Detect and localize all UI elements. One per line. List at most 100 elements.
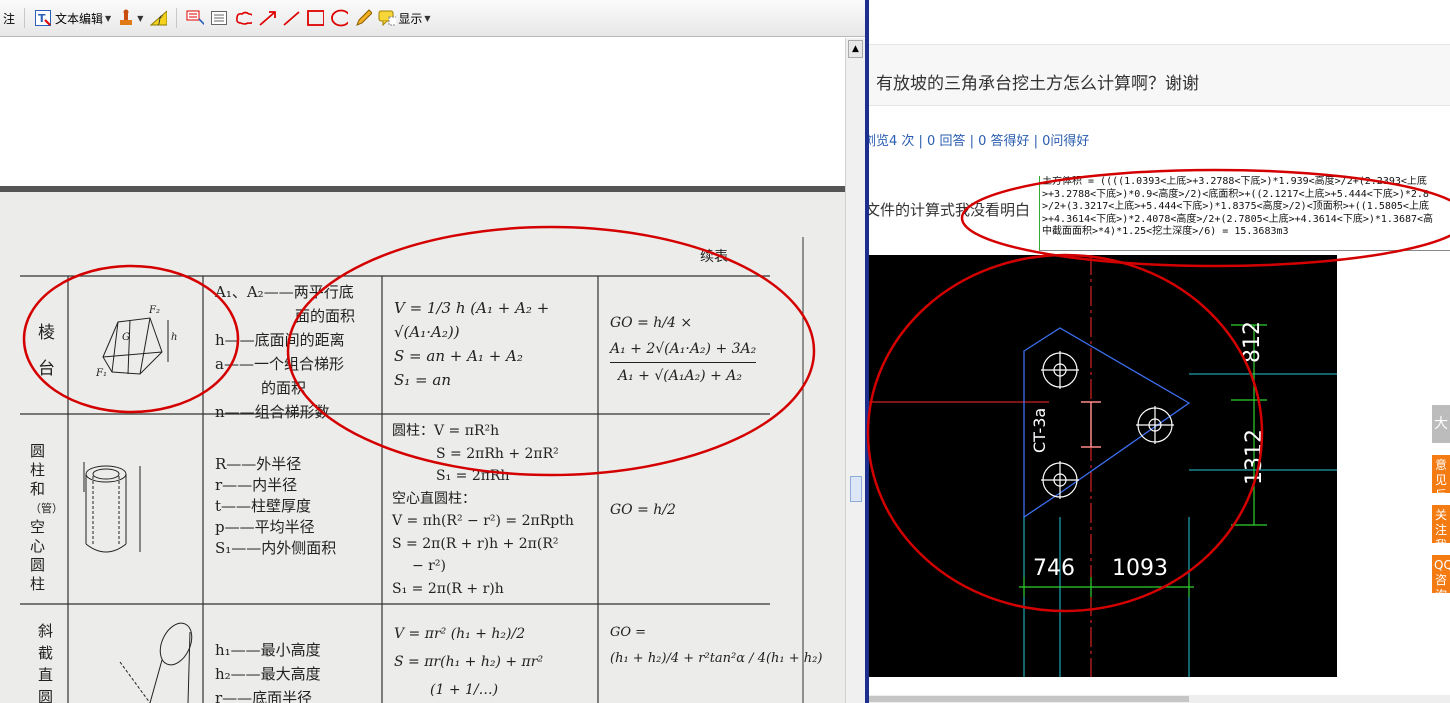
symbol-line: p——平均半径 <box>215 518 315 536</box>
formula-line: S = 2πRh + 2πR² <box>436 445 559 462</box>
display-button[interactable]: 显示 ▼ <box>375 5 433 31</box>
qq-consult-button[interactable]: QQ咨询 <box>1432 555 1450 593</box>
textbox-icon <box>210 9 228 27</box>
scroll-up-icon[interactable]: ▲ <box>848 40 863 58</box>
cap-label: CT-3a <box>1030 408 1049 453</box>
formula-line: 中截面面积>*4)*1.25<挖土深度>/6) = 15.3683m3 <box>1042 226 1289 237</box>
text-edit-button[interactable]: T 文本编辑 ▼ <box>31 5 114 31</box>
row2-volume-formulas: 圆柱：V = πR²h S = 2πRh + 2πR² S₁ = 2πRh 空心… <box>392 420 574 600</box>
formula-line: >+4.3614<下底>)*2.4078<高度>/2+(2.7805<上底>+4… <box>1042 213 1434 225</box>
formula-line: 空心直圆柱： <box>392 490 476 507</box>
pdf-page-scanned-table: 续表 棱 台 F₂ F₁ G h A₁、A₂——两平行底 面的面积 h——底面间… <box>0 192 845 703</box>
name-char: 心 <box>30 537 46 555</box>
formula-line: S = an + A₁ + A₂ <box>394 347 523 365</box>
pdf-page-blank-top <box>0 38 845 186</box>
arrow-icon <box>258 9 277 27</box>
question-stats[interactable]: 浏览4 次 | 0 回答 | 0 答得好 | 0问得好 <box>869 130 1089 149</box>
symbol-line: S₁——内外侧面积 <box>215 539 337 557</box>
oval-button[interactable] <box>327 5 351 31</box>
scrollbar-thumb[interactable] <box>850 476 862 502</box>
formula-line: A₁ + √(A₁A₂) + A₂ <box>618 368 742 384</box>
textbox-button[interactable] <box>207 5 231 31</box>
stamp-button[interactable]: ▼ <box>114 5 146 31</box>
fig-label-f1: F₁ <box>96 368 107 379</box>
svg-text:T: T <box>38 12 46 25</box>
name-char: 柱 <box>30 461 46 479</box>
horizontal-scrollbar[interactable] <box>869 695 1450 703</box>
row3-centroid-formula: GO = (h₁ + h₂)/4 + r²tan²α / 4(h₁ + h₂) <box>610 620 822 672</box>
display-label: 显示 <box>398 11 423 26</box>
rectangle-icon <box>306 9 325 27</box>
formula-line: >+3.2788<下底>)*0.9<高度>/2)<底面积>+((2.1217<上… <box>1042 188 1429 200</box>
scrollbar-thumb[interactable] <box>869 696 1189 702</box>
rectangle-button[interactable] <box>303 5 327 31</box>
frustum-figure <box>102 317 169 375</box>
symbol-line: R——外半径 <box>215 455 302 473</box>
formula-line: (h₁ + h₂)/4 + r²tan²α / 4(h₁ + h₂) <box>610 651 823 666</box>
callout-icon <box>186 9 205 27</box>
arrow-button[interactable] <box>255 5 279 31</box>
formula-line: S = πr(h₁ + h₂) + πr² <box>394 654 544 670</box>
table-continued-note: 续表 <box>700 249 728 265</box>
formula-line: S₁ = an <box>394 371 451 389</box>
pile-circles <box>1041 351 1174 499</box>
symbol-line: r——底面半径 <box>215 689 313 703</box>
formula-line: 土方体积 = ((((1.0393<上底>+3.2788<下底>)*1.939<… <box>1042 176 1427 187</box>
annotate-label: 注 <box>3 11 16 26</box>
line-icon <box>282 9 300 27</box>
line-button[interactable] <box>279 5 303 31</box>
pdf-toolbar: 注 T 文本编辑 ▼ ▼ f 显示 ▼ <box>0 0 865 37</box>
dim-812: 812 <box>1240 321 1265 363</box>
text-edit-label: 文本编辑 <box>55 11 104 26</box>
formula-line: V = πr² (h₁ + h₂)/2 <box>394 626 526 642</box>
name-char: 空 <box>30 518 46 536</box>
pencil-button[interactable] <box>351 5 375 31</box>
fig-label-g: G <box>122 332 130 343</box>
callout-button[interactable] <box>183 5 207 31</box>
comment-icon <box>378 9 397 27</box>
oval-icon <box>330 9 349 27</box>
cloud-icon <box>234 9 253 27</box>
cloud-button[interactable] <box>231 5 255 31</box>
feedback-button[interactable]: 意见反馈 <box>1432 455 1450 493</box>
name-char: 圆 <box>30 556 46 574</box>
formula-line: S₁ = 2π(R + r)h <box>392 580 504 597</box>
follow-us-button[interactable]: 关注我们 <box>1432 505 1450 543</box>
row3-volume-formulas: V = πr² (h₁ + h₂)/2 S = πr(h₁ + h₂) + πr… <box>394 620 543 703</box>
annotate-button[interactable]: 注 <box>0 5 18 31</box>
formula-line: − r²) <box>412 558 446 574</box>
oblique-cylinder-figure <box>119 622 193 703</box>
question-page: 有放坡的三角承台挖土方怎么计算啊？谢谢 浏览4 次 | 0 回答 | 0 答得好… <box>869 0 1450 703</box>
chevron-down-icon: ▼ <box>424 13 431 23</box>
row1-symbols: A₁、A₂——两平行底 面的面积 h——底面间的距离 a——一个组合梯形 的面积… <box>215 280 355 424</box>
formula-line: 圆柱：V = πR²h <box>392 423 500 439</box>
symbol-line: 的面积 <box>261 379 307 397</box>
question-body-text: 文件的计算式我没看明白 <box>869 201 1031 219</box>
formula-line: A₁ + 2√(A₁·A₂) + 3A₂ <box>610 336 757 363</box>
toolbar-separator <box>24 8 26 28</box>
formula-line: √(A₁·A₂)) <box>394 323 460 341</box>
fig-label-f2: F₂ <box>149 305 160 316</box>
question-header: 有放坡的三角承台挖土方怎么计算啊？谢谢 <box>869 44 1450 106</box>
name-char: 斜 <box>38 622 54 640</box>
side-button-grey[interactable]: 大 <box>1432 405 1450 443</box>
formula-line: GO = h/4 × <box>610 315 693 331</box>
row1-volume-formulas: V = 1/3 h (A₁ + A₂ + √(A₁·A₂)) S = an + … <box>394 296 549 392</box>
symbol-line: r——内半径 <box>215 476 298 494</box>
symbol-line: t——柱壁厚度 <box>215 497 312 515</box>
typewriter-button[interactable]: f <box>146 5 170 31</box>
row2-name: 圆 柱 和 （管） 空 心 圆 柱 <box>30 442 64 594</box>
name-char: 截 <box>38 644 54 662</box>
name-char: 直 <box>38 666 54 684</box>
row3-symbols: h₁——最小高度 h₂——最大高度 r——底面半径 <box>215 638 321 703</box>
name-char: 圆 <box>30 442 46 460</box>
formula-line: S₁ = 2πRh <box>436 468 510 484</box>
name-char: 柱 <box>30 575 46 593</box>
row1-name-char: 棱 <box>38 323 55 343</box>
pdf-vertical-scrollbar[interactable]: ▲ <box>845 38 865 703</box>
fig-label-h: h <box>171 332 178 343</box>
symbol-line: h₂——最大高度 <box>215 665 321 683</box>
dim-746: 746 <box>1033 556 1075 581</box>
cad-drawing: 812 1312 746 1093 CT-3a <box>869 255 1337 677</box>
symbol-line: n——组合梯形数 <box>215 403 330 421</box>
